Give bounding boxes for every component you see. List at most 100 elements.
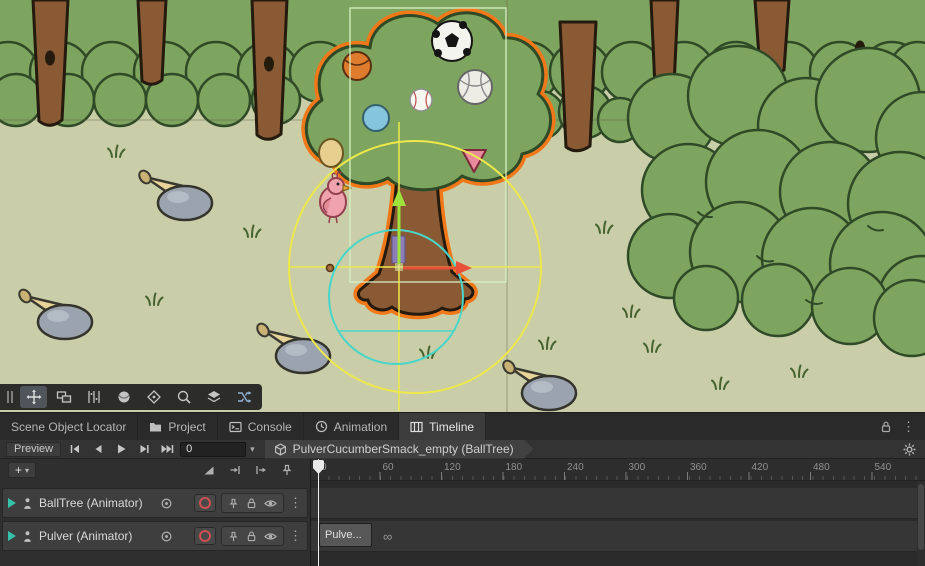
animator-icon [21, 497, 34, 510]
track-header-toolbar: + ▾ [0, 459, 310, 481]
tab-scene-object-locator[interactable]: Scene Object Locator [0, 413, 138, 440]
mix-mode-button[interactable] [228, 463, 242, 477]
mute-track-button[interactable] [264, 498, 277, 509]
record-toggle[interactable] [194, 527, 216, 545]
gameobject-cube-icon [274, 443, 287, 456]
gizmo-handle-dot[interactable] [327, 265, 334, 272]
animation-clip[interactable]: Pulve... [319, 523, 372, 547]
kebab-menu-icon[interactable]: ⋮ [902, 419, 915, 435]
shuffle-tool-button[interactable] [230, 386, 257, 408]
track-name: Pulver (Animator) [39, 529, 155, 543]
track-foldout-icon[interactable] [8, 531, 16, 541]
clock-icon [315, 420, 328, 433]
track-header-column: + ▾ [0, 459, 311, 566]
layers-tool-icon [206, 389, 222, 405]
sphere-tool-button[interactable] [110, 386, 137, 408]
console-icon [229, 421, 242, 433]
track-kebab-icon[interactable]: ⋮ [289, 528, 302, 544]
grid-tool-button[interactable] [80, 386, 107, 408]
basketball [343, 52, 371, 80]
soccer-ball [432, 21, 472, 61]
timeline-settings-button[interactable] [899, 441, 919, 458]
go-to-end-button[interactable] [157, 441, 176, 457]
ruler-tick: 480 [813, 462, 830, 473]
lock-icon[interactable] [880, 420, 892, 433]
tab-label: Timeline [429, 420, 474, 434]
track-lane-balltree[interactable] [311, 488, 917, 519]
ruler-tick: 180 [506, 462, 523, 473]
pivot-tool-button[interactable] [140, 386, 167, 408]
blue-ball [363, 105, 389, 131]
scene-canvas[interactable] [0, 0, 925, 412]
sphere-tool-icon [116, 389, 132, 405]
multi-display-tool-button[interactable] [50, 386, 77, 408]
track-header-balltree[interactable]: BallTree (Animator) [2, 488, 308, 518]
track-option-icons [221, 493, 284, 513]
timeline-option-icons [202, 463, 302, 477]
shuffle-tool-icon [236, 389, 252, 405]
tabbar-right-controls: ⋮ [870, 413, 925, 440]
zoom-tool-icon [176, 389, 192, 405]
gizmo-center-handle[interactable] [395, 263, 403, 271]
tab-label: Console [248, 420, 292, 434]
target-icon[interactable] [160, 530, 173, 543]
pin-icon [281, 464, 293, 476]
timeline-ruler[interactable]: 0 60 120 180 240 300 360 420 480 540 [311, 459, 925, 481]
pin-frames-button[interactable] [280, 463, 294, 477]
ruler-tick: 420 [752, 462, 769, 473]
timeline-content: 0 60 120 180 240 300 360 420 480 540 Pul… [311, 459, 925, 566]
tab-timeline[interactable]: Timeline [399, 413, 486, 440]
vertical-scrollbar[interactable] [917, 481, 925, 566]
overlay-drag-handle[interactable] [3, 386, 17, 408]
scene-view[interactable] [0, 0, 925, 412]
go-to-start-button[interactable] [65, 441, 84, 457]
timeline-icon [410, 421, 423, 433]
track-option-icons [221, 526, 284, 546]
previous-frame-button[interactable] [88, 441, 107, 457]
current-frame-field[interactable] [180, 442, 246, 457]
zoom-tool-button[interactable] [170, 386, 197, 408]
pivot-tool-icon [146, 389, 162, 405]
play-icon [115, 443, 127, 455]
ripple-mode-button[interactable] [254, 463, 268, 477]
lock-track-button[interactable] [246, 497, 257, 509]
track-header-pulver[interactable]: Pulver (Animator) [2, 521, 308, 551]
scrollbar-thumb[interactable] [918, 484, 924, 550]
breadcrumb-label: PulverCucumberSmack_empty (BallTree) [293, 442, 514, 456]
playhead[interactable] [318, 459, 319, 566]
lock-track-button[interactable] [246, 530, 257, 542]
curves-toggle-button[interactable] [202, 463, 216, 477]
animator-icon [21, 530, 34, 543]
track-foldout-icon[interactable] [8, 498, 16, 508]
ruler-tick: 300 [629, 462, 646, 473]
track-name: BallTree (Animator) [39, 496, 155, 510]
move-tool-icon [26, 389, 42, 405]
grid-tool-icon [86, 389, 102, 405]
move-tool-button[interactable] [20, 386, 47, 408]
track-kebab-icon[interactable]: ⋮ [289, 495, 302, 511]
eye-icon [264, 498, 277, 509]
tab-project[interactable]: Project [138, 413, 217, 440]
target-icon[interactable] [160, 497, 173, 510]
pin-track-button[interactable] [228, 531, 239, 542]
add-track-button[interactable]: + ▾ [8, 462, 36, 478]
mute-track-button[interactable] [264, 531, 277, 542]
record-icon [199, 530, 211, 542]
volleyball [458, 70, 492, 104]
breadcrumb[interactable]: PulverCucumberSmack_empty (BallTree) [265, 440, 534, 459]
go-to-end-icon [160, 443, 174, 455]
preview-toggle[interactable]: Preview [6, 442, 61, 457]
next-frame-button[interactable] [134, 441, 153, 457]
previous-frame-icon [92, 443, 104, 455]
unity-editor-window: Scene Object Locator Project Console Ani… [0, 0, 925, 566]
track-lane-pulver[interactable]: Pulve... ∞ [311, 521, 917, 552]
tab-animation[interactable]: Animation [304, 413, 399, 440]
record-toggle[interactable] [194, 494, 216, 512]
tab-console[interactable]: Console [218, 413, 304, 440]
pin-icon [228, 498, 239, 509]
frame-options-caret[interactable]: ▾ [250, 444, 255, 455]
layers-tool-button[interactable] [200, 386, 227, 408]
play-button[interactable] [111, 441, 130, 457]
pin-track-button[interactable] [228, 498, 239, 509]
yellow-ball [319, 139, 343, 167]
